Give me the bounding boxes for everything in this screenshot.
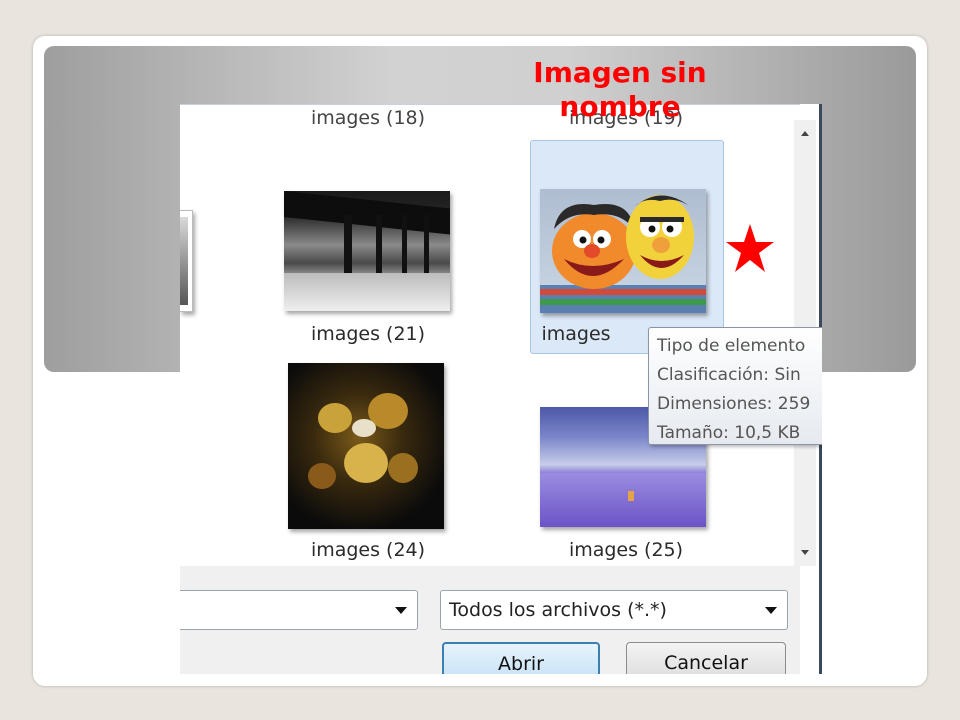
filetype-select[interactable]: Todos los archivos (*.*) [440,590,788,630]
chevron-down-icon[interactable] [395,607,407,614]
scroll-up-arrow-icon[interactable] [798,126,812,140]
slide-title: Imagen sin nombre [533,56,707,123]
file-label[interactable]: images (21) [258,323,478,345]
cancel-button[interactable]: Cancelar [626,642,786,674]
scroll-down-arrow-icon[interactable] [798,544,812,558]
file-label[interactable]: images (24) [258,539,478,561]
tooltip-line: Tipo de elemento [657,336,806,356]
filetype-selected-value[interactable]: Todos los archivos (*.*) [449,599,667,621]
file-info-tooltip: Tipo de elemento Clasificación: Sin Dime… [648,327,822,445]
file-list-view[interactable]: images (18) images (19) images (21) imag… [180,104,822,567]
tooltip-line: Dimensiones: 259 [657,394,811,414]
tooltip-line: Tamaño: 10,5 KB [657,423,801,443]
file-label-partial: images (18) [310,107,426,129]
file-thumbnail[interactable] [284,191,450,311]
open-button[interactable]: Abrir [442,642,600,674]
file-thumbnail[interactable] [288,363,444,529]
file-thumbnail[interactable] [540,189,706,313]
file-label[interactable]: images (25) [516,539,736,561]
chevron-down-icon[interactable] [765,607,777,614]
file-thumbnail-partial[interactable] [180,210,193,312]
filename-input[interactable] [180,590,418,630]
open-file-dialog: images (18) images (19) images (21) imag… [180,104,822,674]
star-icon [724,220,776,276]
tooltip-line: Clasificación: Sin [657,365,801,385]
file-label-selected[interactable]: images [516,323,636,345]
